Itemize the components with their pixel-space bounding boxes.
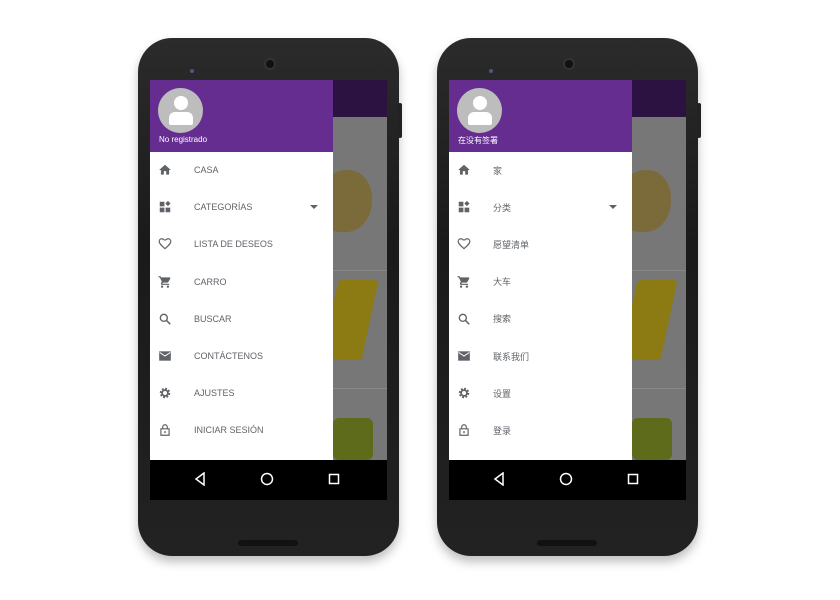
phone-1: 在没有签署 家 分类 愿望清单 大车 搜索 联系我们 设置 登录 (437, 38, 701, 556)
categories-icon (457, 200, 471, 214)
caret-down-icon[interactable] (310, 205, 318, 210)
menu-item[interactable]: 愿望清单 (449, 229, 632, 259)
menu-item[interactable]: CASA (150, 155, 333, 185)
menu-item-label: 家 (493, 165, 503, 176)
divider (333, 388, 387, 389)
home-circle-icon[interactable] (559, 472, 573, 491)
avatar[interactable] (457, 88, 502, 133)
divider (333, 270, 387, 271)
lock-icon (158, 423, 172, 437)
front-camera (563, 58, 575, 70)
search-icon (158, 312, 172, 326)
menu-item-label: CASA (194, 165, 219, 175)
back-icon[interactable] (194, 471, 206, 491)
navigation-drawer: No registrado CASA CATEGORÍAS LISTA DE D… (150, 80, 333, 460)
mail-icon (158, 349, 172, 363)
menu-item[interactable]: 大车 (449, 267, 632, 297)
avatar[interactable] (158, 88, 203, 133)
divider (632, 388, 686, 389)
menu-item-label: 联系我们 (493, 351, 530, 362)
cart-icon (457, 275, 471, 289)
mail-icon (457, 349, 471, 363)
menu-item[interactable]: CARRO (150, 267, 333, 297)
menu-item-label: CONTÁCTENOS (194, 351, 264, 361)
drawer-header: No registrado (150, 80, 333, 152)
menu-item[interactable]: LISTA DE DESEOS (150, 229, 333, 259)
screen: No registrado CASA CATEGORÍAS LISTA DE D… (150, 80, 387, 500)
menu-item-label: 登录 (493, 425, 512, 436)
menu-item[interactable]: AJUSTES (150, 378, 333, 408)
heart-icon (457, 237, 471, 251)
menu-item-label: 愿望清单 (493, 239, 530, 250)
speaker (537, 540, 597, 546)
product-image (333, 418, 373, 460)
sensor (489, 69, 493, 73)
menu-item[interactable]: 家 (449, 155, 632, 185)
menu-item[interactable]: 分类 (449, 192, 632, 222)
menu-item-label: 大车 (493, 277, 512, 288)
menu-item[interactable]: CONTÁCTENOS (150, 341, 333, 371)
menu-item-label: 设置 (493, 388, 512, 399)
categories-icon (158, 200, 172, 214)
menu-item-label: CATEGORÍAS (194, 202, 253, 213)
menu-item[interactable]: 搜索 (449, 304, 632, 334)
phone-0: No registrado CASA CATEGORÍAS LISTA DE D… (138, 38, 402, 556)
cart-icon (158, 275, 172, 289)
power-button[interactable] (398, 103, 402, 138)
product-image (632, 418, 672, 460)
menu-item[interactable]: CATEGORÍAS (150, 192, 333, 222)
recents-icon[interactable] (627, 472, 639, 490)
home-circle-icon[interactable] (260, 472, 274, 491)
system-nav-bar (449, 460, 686, 500)
recents-icon[interactable] (328, 472, 340, 490)
system-nav-bar (150, 460, 387, 500)
gear-icon (158, 386, 172, 400)
menu-item[interactable]: INICIAR SESIÓN (150, 415, 333, 445)
divider (632, 270, 686, 271)
drawer-header: 在没有签署 (449, 80, 632, 152)
power-button[interactable] (697, 103, 701, 138)
heart-icon (158, 237, 172, 251)
menu-item-label: INICIAR SESIÓN (194, 425, 264, 436)
menu-item-label: BUSCAR (194, 313, 232, 324)
navigation-drawer: 在没有签署 家 分类 愿望清单 大车 搜索 联系我们 设置 登录 (449, 80, 632, 460)
menu-item[interactable]: 登录 (449, 415, 632, 445)
home-icon (158, 163, 172, 177)
speaker (238, 540, 298, 546)
menu-item-label: 搜索 (493, 314, 512, 325)
user-status-label: No registrado (159, 135, 208, 144)
front-camera (264, 58, 276, 70)
lock-icon (457, 423, 471, 437)
menu-item-label: LISTA DE DESEOS (194, 239, 273, 250)
menu-item-label: CARRO (194, 276, 227, 287)
home-icon (457, 163, 471, 177)
menu-item[interactable]: 设置 (449, 378, 632, 408)
menu-item[interactable]: 联系我们 (449, 341, 632, 371)
user-status-label: 在没有签署 (458, 136, 498, 145)
menu-item-label: AJUSTES (194, 388, 235, 399)
sensor (190, 69, 194, 73)
menu-item[interactable]: BUSCAR (150, 304, 333, 334)
caret-down-icon[interactable] (609, 205, 617, 210)
gear-icon (457, 386, 471, 400)
screen: 在没有签署 家 分类 愿望清单 大车 搜索 联系我们 设置 登录 (449, 80, 686, 500)
menu-item-label: 分类 (493, 202, 512, 213)
back-icon[interactable] (493, 471, 505, 491)
search-icon (457, 312, 471, 326)
